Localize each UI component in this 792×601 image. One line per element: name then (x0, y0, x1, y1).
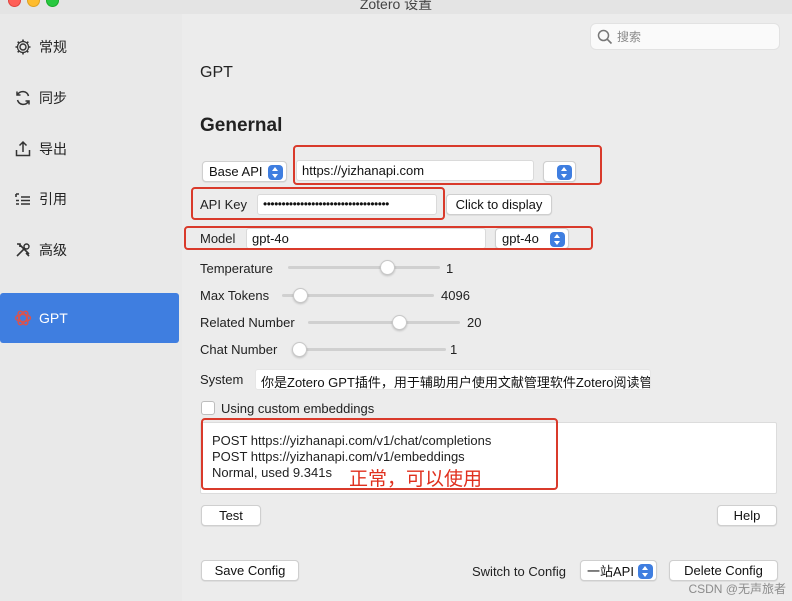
config-select-value: 一站API (587, 564, 634, 579)
help-button[interactable]: Help (717, 505, 777, 526)
api-key-label: API Key (200, 197, 247, 212)
sidebar-item-label: 常规 (39, 39, 67, 55)
watermark: CSDN @无声旅者 (688, 582, 786, 596)
title-bar: Zotero 设置 (0, 0, 792, 14)
chevron-updown-icon (550, 232, 565, 247)
save-config-button[interactable]: Save Config (201, 560, 299, 581)
model-input[interactable]: gpt-4o (246, 228, 486, 249)
sidebar-item-export[interactable]: 导出 (0, 129, 182, 169)
slider-knob[interactable] (293, 288, 309, 303)
temperature-value: 1 (446, 261, 454, 276)
sidebar-item-gpt[interactable]: GPT (0, 293, 179, 343)
related-number-value: 20 (467, 315, 482, 330)
api-key-input[interactable]: •••••••••••••••••••••••••••••••••• (257, 194, 437, 215)
tools-icon (13, 240, 33, 260)
sidebar-item-general[interactable]: 常规 (0, 27, 182, 67)
model-select-value: gpt-4o (502, 231, 539, 246)
sidebar-item-label: 同步 (39, 90, 67, 106)
chevron-updown-icon (638, 564, 653, 579)
sidebar-item-sync[interactable]: 同步 (0, 78, 182, 118)
chat-number-label: Chat Number (200, 342, 278, 357)
sidebar-item-label: GPT (39, 310, 68, 326)
search-icon (597, 29, 613, 44)
max-tokens-slider[interactable] (282, 288, 434, 303)
base-api-preset-select[interactable] (543, 161, 576, 182)
sync-icon (13, 88, 33, 108)
custom-embeddings-label: Using custom embeddings (221, 401, 375, 416)
temperature-slider[interactable] (288, 260, 440, 275)
related-number-label: Related Number (200, 315, 295, 330)
cite-icon (13, 189, 33, 209)
search-field[interactable]: 搜索 (590, 23, 780, 50)
chevron-updown-icon (268, 165, 283, 180)
status-annotation: 正常，可以使用 (349, 469, 483, 490)
chat-number-value: 1 (450, 342, 458, 357)
sidebar-item-cite[interactable]: 引用 (0, 179, 182, 219)
window-title: Zotero 设置 (359, 0, 433, 12)
config-select[interactable]: 一站API (580, 560, 657, 581)
model-label: Model (200, 231, 236, 246)
sidebar-item-label: 高级 (39, 242, 67, 258)
gear-icon (13, 37, 33, 57)
response-output: POST https://yizhanapi.com/v1/chat/compl… (200, 422, 777, 494)
main-pane: 搜索 GPT Genernal Base API https://yizhana… (182, 14, 792, 601)
response-line: Normal, used 9.341s (212, 465, 332, 480)
max-tokens-value: 4096 (441, 288, 470, 303)
click-to-display-button[interactable]: Click to display (446, 194, 552, 215)
response-line: POST https://yizhanapi.com/v1/chat/compl… (212, 433, 492, 448)
delete-config-button[interactable]: Delete Config (669, 560, 778, 581)
max-tokens-label: Max Tokens (200, 288, 270, 303)
slider-knob[interactable] (392, 315, 408, 330)
related-number-slider[interactable] (308, 315, 460, 330)
switch-config-label: Switch to Config (472, 564, 566, 579)
slider-knob[interactable] (291, 342, 307, 357)
sidebar: 常规 同步 导出 引用 高级 GPT (0, 14, 182, 601)
model-select[interactable]: gpt-4o (495, 228, 569, 249)
custom-embeddings-checkbox[interactable] (201, 401, 215, 415)
base-api-select-label: Base API (209, 164, 263, 179)
sidebar-item-label: 引用 (39, 191, 67, 207)
response-line: POST https://yizhanapi.com/v1/embeddings (212, 449, 465, 464)
slider-knob[interactable] (379, 260, 395, 275)
search-placeholder: 搜索 (617, 30, 642, 44)
temperature-label: Temperature (200, 261, 273, 276)
chevron-updown-icon (557, 165, 572, 180)
base-api-select[interactable]: Base API (202, 161, 287, 182)
base-api-input[interactable]: https://yizhanapi.com (296, 160, 534, 181)
export-icon (13, 139, 33, 159)
openai-icon (13, 308, 33, 328)
pane-title: GPT (200, 64, 233, 81)
sidebar-item-advanced[interactable]: 高级 (0, 230, 182, 270)
chat-number-slider[interactable] (291, 342, 446, 357)
test-button[interactable]: Test (201, 505, 261, 526)
system-label: System (200, 372, 244, 387)
section-title: Genernal (200, 115, 283, 136)
sidebar-item-label: 导出 (39, 141, 67, 157)
system-prompt-input[interactable]: 你是Zotero GPT插件，用于辅助用户使用文献管理软件Zotero阅读管 (255, 369, 651, 390)
